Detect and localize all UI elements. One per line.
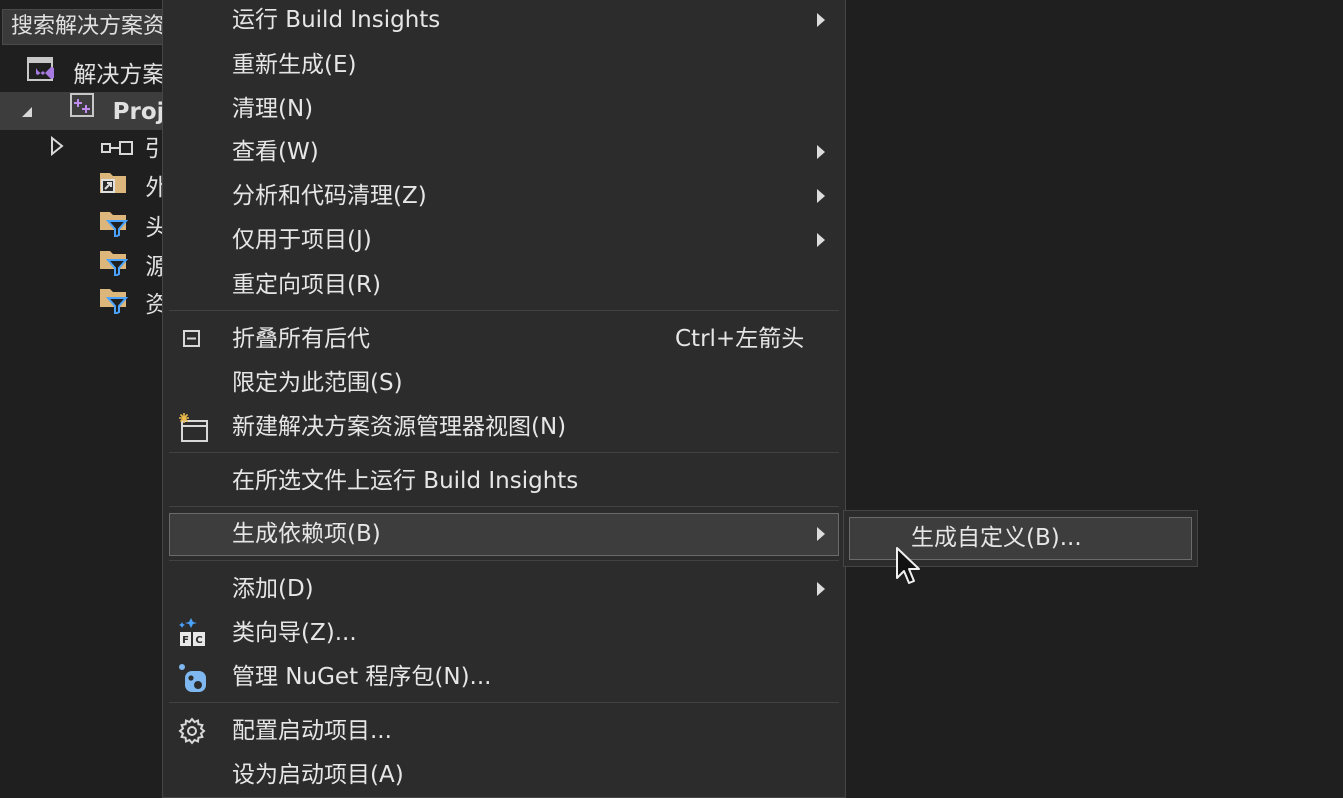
menu-item-label: 类向导(Z)... xyxy=(232,620,357,646)
submenu-arrow-icon xyxy=(817,13,825,27)
context-menu: 运行 Build Insights 重新生成(E) 清理(N) 查看(W) 分析… xyxy=(162,0,846,798)
menu-item-label: 添加(D) xyxy=(232,576,314,602)
references-icon xyxy=(101,130,134,168)
tree-item-external-deps[interactable]: 外 xyxy=(98,168,168,206)
menu-item-label: 清理(N) xyxy=(232,96,314,122)
menu-separator xyxy=(169,506,839,507)
solution-explorer-panel: 搜索解决方案资 解决方案 Proje 引 外 头 源 资 xyxy=(0,0,182,792)
tree-item-header-files[interactable]: 头 xyxy=(98,207,168,245)
filter-folder-icon xyxy=(98,207,129,249)
external-folder-icon xyxy=(98,168,128,208)
menu-item-collapse-all[interactable]: 折叠所有后代 Ctrl+左箭头 xyxy=(169,318,839,360)
menu-item-label: 配置启动项目... xyxy=(232,718,392,744)
menu-item-build-dependencies[interactable]: 生成依赖项(B) xyxy=(169,513,839,556)
expand-caret-icon[interactable] xyxy=(20,93,34,131)
menu-item-run-build-insights[interactable]: 运行 Build Insights xyxy=(169,0,839,41)
menu-item-view[interactable]: 查看(W) xyxy=(169,131,839,173)
menu-separator xyxy=(169,702,839,703)
svg-text:C: C xyxy=(195,635,202,646)
menu-item-analyze[interactable]: 分析和代码清理(Z) xyxy=(169,175,839,217)
tree-item-solution[interactable]: 解决方案 xyxy=(26,55,165,93)
class-wizard-icon: F C xyxy=(177,616,207,646)
menu-item-configure-startup[interactable]: 配置启动项目... xyxy=(169,710,839,752)
solution-explorer-search-input[interactable]: 搜索解决方案资 xyxy=(2,9,182,45)
new-window-icon xyxy=(177,412,208,442)
svg-text:F: F xyxy=(182,635,189,646)
nuget-icon xyxy=(177,662,207,692)
gear-icon xyxy=(177,716,207,746)
menu-item-label: 重定向项目(R) xyxy=(232,272,381,298)
menu-item-new-explorer-view[interactable]: 新建解决方案资源管理器视图(N) xyxy=(169,406,839,448)
menu-item-label: 重新生成(E) xyxy=(232,52,357,78)
menu-item-label: 运行 Build Insights xyxy=(232,7,441,33)
menu-item-retarget[interactable]: 重定向项目(R) xyxy=(169,264,839,306)
menu-separator xyxy=(169,310,839,311)
submenu-arrow-icon xyxy=(817,189,825,203)
collapse-caret-icon[interactable] xyxy=(50,130,64,168)
menu-item-label: 折叠所有后代 xyxy=(232,326,370,352)
menu-item-label: 生成依赖项(B) xyxy=(232,521,381,547)
submenu-arrow-icon xyxy=(817,233,825,247)
menu-item-label: 分析和代码清理(Z) xyxy=(232,183,427,209)
filter-folder-icon xyxy=(98,284,129,326)
menu-item-label: 在所选文件上运行 Build Insights xyxy=(232,468,579,494)
menu-item-run-build-insights-selected[interactable]: 在所选文件上运行 Build Insights xyxy=(169,460,839,502)
submenu-arrow-icon xyxy=(817,527,825,541)
menu-item-set-as-startup[interactable]: 设为启动项目(A) xyxy=(169,754,839,796)
menu-item-label: 生成自定义(B)... xyxy=(911,525,1082,551)
tree-item-solution-label: 解决方案 xyxy=(73,62,166,88)
submenu-arrow-icon xyxy=(817,145,825,159)
menu-item-label: 管理 NuGet 程序包(N)... xyxy=(232,664,492,690)
menu-item-label: 查看(W) xyxy=(232,139,319,165)
submenu-arrow-icon xyxy=(817,582,825,596)
collapse-all-icon xyxy=(177,324,207,354)
cpp-project-icon xyxy=(69,92,97,132)
filter-folder-icon xyxy=(98,246,129,288)
menu-item-clean[interactable]: 清理(N) xyxy=(169,88,839,130)
menu-item-add[interactable]: 添加(D) xyxy=(169,568,839,610)
menu-item-shortcut: Ctrl+左箭头 xyxy=(675,326,805,352)
menu-separator xyxy=(169,560,839,561)
menu-item-manage-nuget[interactable]: 管理 NuGet 程序包(N)... xyxy=(169,656,839,698)
tree-item-resource-files[interactable]: 资 xyxy=(98,284,168,322)
tree-item-source-files[interactable]: 源 xyxy=(98,246,168,284)
menu-item-class-wizard[interactable]: F C 类向导(Z)... xyxy=(169,612,839,654)
menu-separator xyxy=(169,452,839,453)
mouse-cursor-icon xyxy=(896,547,920,584)
tree-item-project[interactable]: Proje xyxy=(0,92,180,132)
menu-item-label: 限定为此范围(S) xyxy=(232,370,403,396)
solution-icon xyxy=(26,55,56,95)
menu-item-project-only[interactable]: 仅用于项目(J) xyxy=(169,219,839,261)
menu-item-label: 新建解决方案资源管理器视图(N) xyxy=(232,414,567,440)
menu-item-scope-to-this[interactable]: 限定为此范围(S) xyxy=(169,362,839,404)
menu-item-label: 设为启动项目(A) xyxy=(232,762,404,788)
menu-item-rebuild[interactable]: 重新生成(E) xyxy=(169,44,839,86)
menu-item-label: 仅用于项目(J) xyxy=(232,227,372,253)
tree-item-references[interactable]: 引 xyxy=(50,129,168,167)
